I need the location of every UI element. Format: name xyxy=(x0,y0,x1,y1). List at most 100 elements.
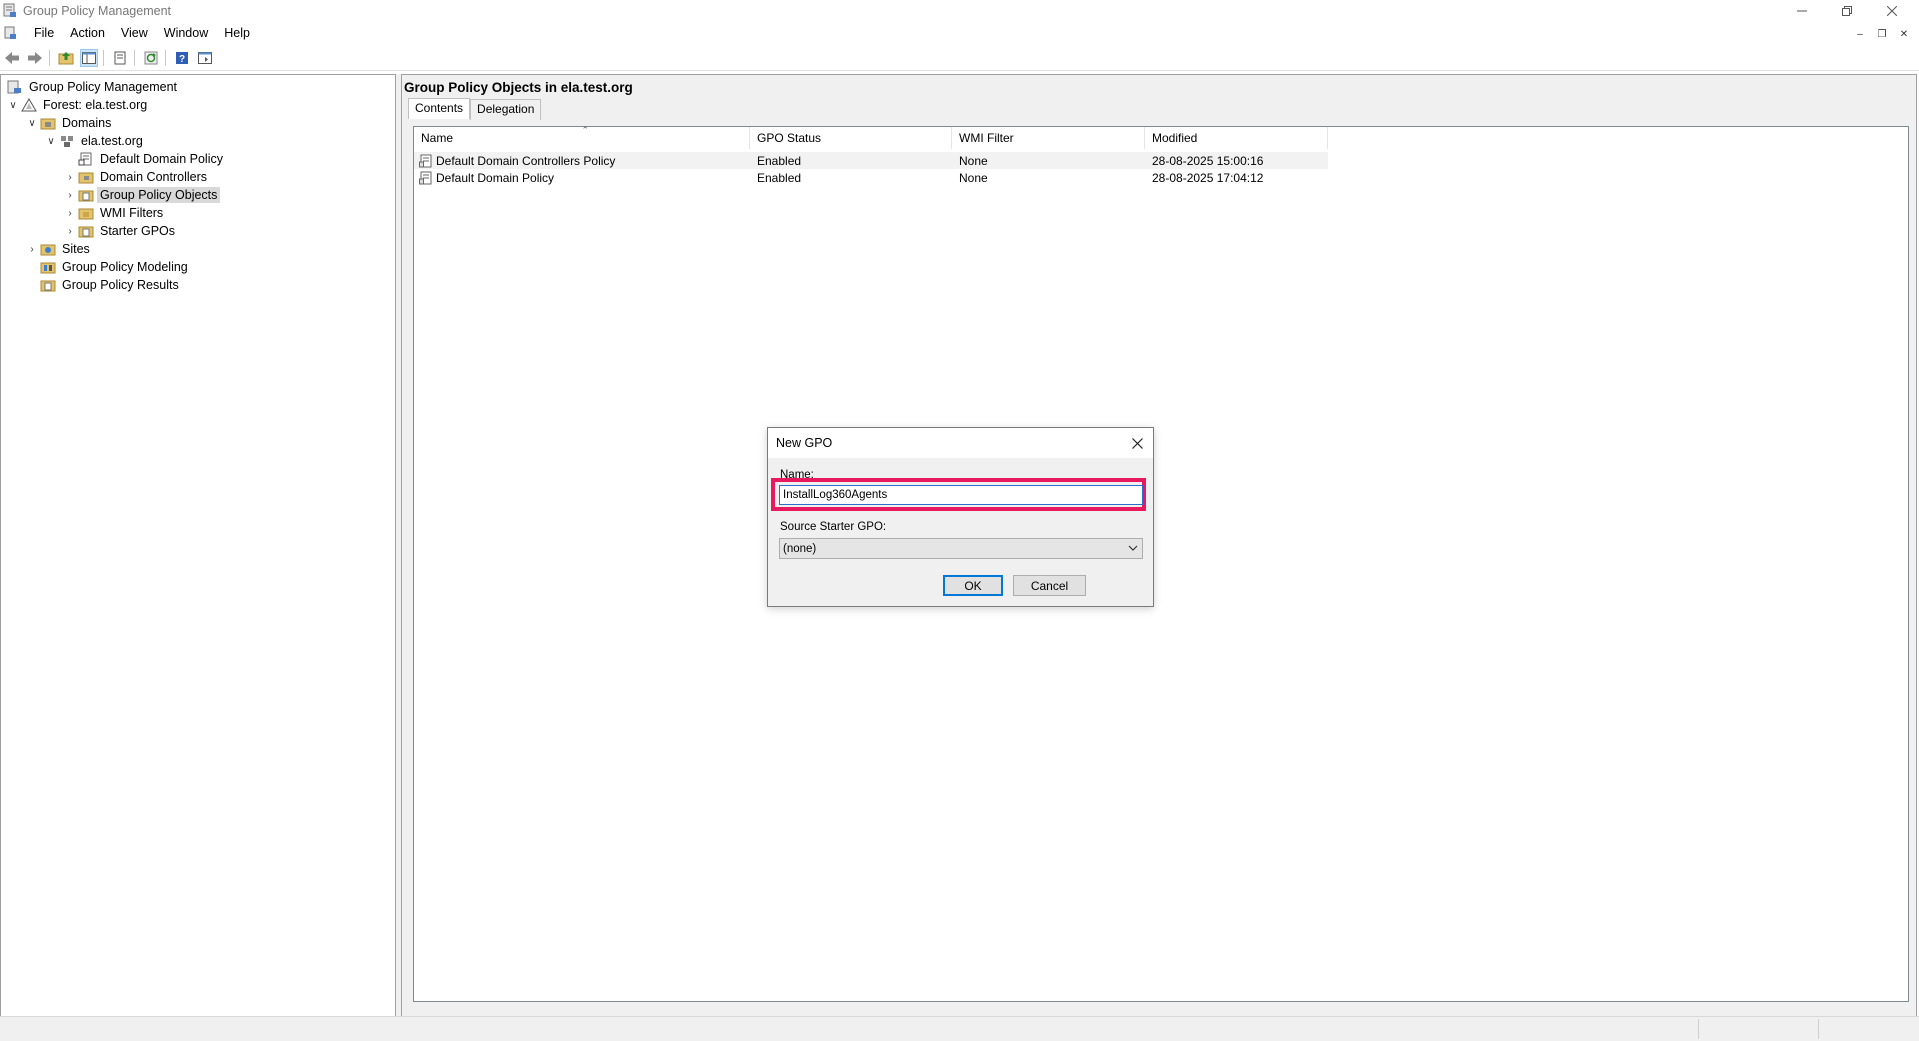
menu-file[interactable]: File xyxy=(26,26,62,40)
console-tree-button[interactable] xyxy=(196,49,214,67)
restore-button[interactable] xyxy=(1824,0,1869,22)
new-gpo-dialog: New GPO Name: Source Starter GPO: (none)… xyxy=(767,427,1154,607)
forest-icon xyxy=(21,98,37,112)
results-icon xyxy=(40,280,56,292)
list-header: Name ⌃ GPO Status WMI Filter Modified xyxy=(414,125,1908,149)
collapse-chevron-icon[interactable]: ∨ xyxy=(45,136,57,147)
restore-icon xyxy=(1841,6,1852,16)
close-window-button[interactable] xyxy=(1869,0,1914,22)
wmi-folder-icon xyxy=(78,208,94,220)
gpo-wmi-filter: None xyxy=(959,170,988,185)
refresh-button[interactable] xyxy=(142,49,160,67)
tree-label: Starter GPOs xyxy=(100,224,176,238)
tree-label: Group Policy Management xyxy=(29,80,177,94)
show-hide-tree-button[interactable] xyxy=(80,49,98,67)
table-row[interactable]: Default Domain Policy Enabled None 28-08… xyxy=(414,169,1328,186)
toolbar: ? xyxy=(0,46,1919,71)
column-header-wmi-filter[interactable]: WMI Filter xyxy=(952,127,1145,149)
column-label: WMI Filter xyxy=(959,131,1014,145)
close-icon xyxy=(1131,437,1143,449)
window-title: Group Policy Management xyxy=(23,4,171,18)
properties-button[interactable] xyxy=(111,49,129,67)
column-header-gpo-status[interactable]: GPO Status xyxy=(750,127,952,149)
table-row[interactable]: Default Domain Controllers Policy Enable… xyxy=(414,152,1328,169)
gpo-document-icon xyxy=(419,171,432,184)
menu-window[interactable]: Window xyxy=(156,26,216,40)
dialog-close-button[interactable] xyxy=(1127,433,1147,453)
column-header-name[interactable]: Name ⌃ xyxy=(414,125,750,149)
tree-node-gp-results[interactable]: Group Policy Results xyxy=(38,276,182,294)
expand-chevron-icon[interactable]: › xyxy=(64,208,76,219)
tree-label: Group Policy Objects xyxy=(97,187,221,203)
console-tree[interactable]: Group Policy Management ∨ Forest: ela.te… xyxy=(0,74,396,1018)
help-button[interactable]: ? xyxy=(173,49,191,67)
minimize-button[interactable] xyxy=(1779,0,1824,22)
tab-contents[interactable]: Contents xyxy=(408,98,471,119)
gpmc-app-icon xyxy=(3,3,16,17)
menu-bar: File Action View Window Help – ❐ ✕ xyxy=(0,22,1919,44)
tree-node-wmi-filters[interactable]: › WMI Filters xyxy=(64,204,166,222)
sort-ascending-icon: ⌃ xyxy=(581,125,590,135)
tree-label: Domain Controllers xyxy=(100,170,207,184)
column-label: Modified xyxy=(1152,131,1198,145)
tree-label: Group Policy Results xyxy=(62,278,179,292)
tree-node-gpm-root[interactable]: Group Policy Management xyxy=(5,78,180,96)
ou-folder-icon xyxy=(78,172,94,184)
domains-icon xyxy=(40,118,56,130)
mdi-minimize-button[interactable]: – xyxy=(1851,26,1869,42)
tree-node-domain-controllers[interactable]: › Domain Controllers xyxy=(64,168,210,186)
expand-chevron-icon[interactable]: › xyxy=(64,190,76,201)
ok-button[interactable]: OK xyxy=(943,575,1003,596)
gpo-status: Enabled xyxy=(757,170,802,185)
tab-delegation[interactable]: Delegation xyxy=(470,99,542,120)
expand-chevron-icon[interactable]: › xyxy=(64,226,76,237)
gpo-modified: 28-08-2025 15:00:16 xyxy=(1152,153,1264,168)
tree-label: Forest: ela.test.org xyxy=(43,98,148,112)
gpmc-icon xyxy=(7,80,21,94)
starter-gpo-folder-icon xyxy=(78,226,94,238)
cancel-button[interactable]: Cancel xyxy=(1013,575,1086,596)
details-pane: Group Policy Objects in ela.test.org Con… xyxy=(401,74,1917,1018)
collapse-chevron-icon[interactable]: ∨ xyxy=(26,118,38,129)
menu-view[interactable]: View xyxy=(113,26,156,40)
tree-node-group-policy-objects[interactable]: › Group Policy Objects xyxy=(64,186,221,204)
mdi-close-button[interactable]: ✕ xyxy=(1895,26,1913,42)
tree-label: Group Policy Modeling xyxy=(62,260,188,274)
tree-node-sites[interactable]: › Sites xyxy=(26,240,93,258)
gpo-wmi-filter: None xyxy=(959,153,988,168)
pane-heading: Group Policy Objects in ela.test.org xyxy=(404,80,633,95)
gpo-name-input[interactable] xyxy=(779,485,1143,505)
domain-icon xyxy=(61,136,73,147)
tab-strip: Contents Delegation xyxy=(408,98,542,120)
mdi-restore-button[interactable]: ❐ xyxy=(1873,26,1891,42)
svg-text:?: ? xyxy=(179,54,185,65)
expand-chevron-icon[interactable]: › xyxy=(64,172,76,183)
console-tree-icon xyxy=(198,52,212,64)
tree-node-gp-modeling[interactable]: Group Policy Modeling xyxy=(38,258,191,276)
close-icon xyxy=(1886,6,1897,16)
gpo-list[interactable]: Name ⌃ GPO Status WMI Filter Modified De… xyxy=(413,125,1909,1002)
tree-label: Domains xyxy=(62,116,112,130)
forward-button[interactable] xyxy=(26,49,44,67)
up-level-button[interactable] xyxy=(57,49,75,67)
column-header-modified[interactable]: Modified xyxy=(1145,127,1328,149)
tree-node-forest[interactable]: ∨ Forest: ela.test.org xyxy=(7,96,150,114)
forward-arrow-icon xyxy=(28,52,42,64)
tree-node-default-domain-policy[interactable]: Default Domain Policy xyxy=(76,150,226,168)
dialog-title-bar: New GPO xyxy=(768,428,1153,458)
source-starter-gpo-select[interactable]: (none) xyxy=(779,538,1143,559)
menu-action[interactable]: Action xyxy=(62,26,113,40)
back-arrow-icon xyxy=(5,52,19,64)
tree-node-domains[interactable]: ∨ Domains xyxy=(26,114,114,132)
gpo-document-icon xyxy=(419,154,432,167)
back-button[interactable] xyxy=(3,49,21,67)
expand-chevron-icon[interactable]: › xyxy=(26,244,38,255)
menu-help[interactable]: Help xyxy=(216,26,258,40)
collapse-chevron-icon[interactable]: ∨ xyxy=(7,100,19,111)
tree-node-domain-ela[interactable]: ∨ ela.test.org xyxy=(45,132,146,150)
chevron-down-icon xyxy=(1128,545,1138,551)
help-icon: ? xyxy=(176,52,188,65)
tree-node-starter-gpos[interactable]: › Starter GPOs xyxy=(64,222,178,240)
system-menu-icon[interactable] xyxy=(4,26,17,40)
column-label: GPO Status xyxy=(757,131,822,145)
